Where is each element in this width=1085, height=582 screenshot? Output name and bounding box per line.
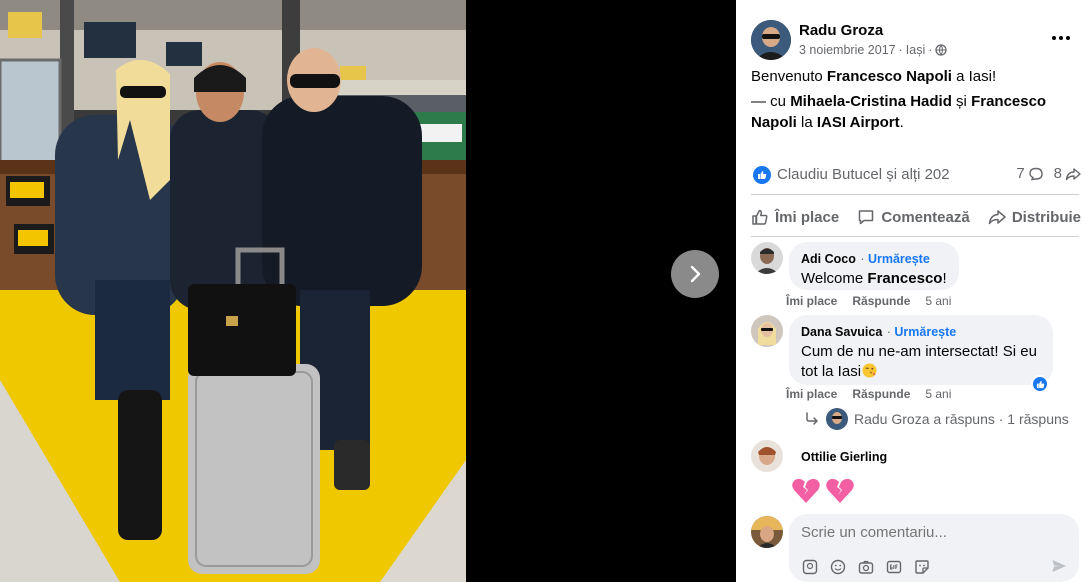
emoji-button[interactable] bbox=[829, 558, 847, 576]
comments-count[interactable]: 7 bbox=[1016, 165, 1043, 182]
send-icon bbox=[1052, 560, 1066, 572]
post-meta: 3 noiembrie 2017 · Iași · bbox=[799, 43, 948, 57]
tagged-person-link[interactable]: Francesco Napoli bbox=[827, 68, 952, 85]
thumbs-up-icon bbox=[758, 171, 767, 179]
sticker-icon bbox=[915, 560, 929, 574]
view-replies-link[interactable]: Radu Groza a răspuns · 1 răspuns bbox=[804, 407, 1069, 431]
broken-heart-icon bbox=[826, 478, 854, 503]
comment-time[interactable]: 5 ani bbox=[925, 294, 951, 308]
commenter-avatar[interactable] bbox=[751, 440, 783, 472]
dot-icon bbox=[1052, 36, 1056, 40]
comment-text: Welcome Francesco! bbox=[801, 270, 947, 287]
commenter-avatar[interactable] bbox=[751, 242, 783, 274]
post-photo[interactable] bbox=[0, 0, 466, 582]
chevron-right-icon bbox=[690, 265, 701, 283]
commenter-name[interactable]: Adi Coco bbox=[801, 252, 856, 266]
comment-bubble: Adi Coco · Urmărește Welcome Francesco! bbox=[789, 242, 959, 290]
comment-footer: Îmi place Răspunde 5 ani bbox=[786, 294, 951, 308]
post-author[interactable]: Radu Groza bbox=[799, 22, 883, 39]
globe-icon bbox=[935, 44, 948, 56]
post-text-line2: — cu Mihaela-Cristina Hadid și Francesco… bbox=[751, 93, 1047, 131]
avatar-image bbox=[826, 408, 848, 430]
reactions-summary[interactable]: Claudiu Butucel și alți 202 bbox=[777, 166, 950, 183]
commenter-name[interactable]: Ottilie Gierling bbox=[801, 450, 887, 464]
post-location[interactable]: Iași bbox=[906, 43, 925, 57]
post-actions: Îmi place Comentează Distribuie bbox=[751, 204, 1081, 230]
more-options-button[interactable] bbox=[1049, 28, 1073, 48]
avatar-image bbox=[751, 242, 783, 274]
next-photo-button[interactable] bbox=[671, 250, 719, 298]
reply-arrow-icon bbox=[806, 412, 818, 425]
share-button[interactable]: Distribuie bbox=[988, 204, 1081, 230]
engagement-counts: 7 8 bbox=[1016, 165, 1081, 182]
comment-like-button[interactable]: Îmi place bbox=[786, 294, 837, 308]
sticker-button[interactable] bbox=[913, 558, 931, 576]
comment-button[interactable]: Comentează bbox=[857, 204, 970, 230]
comment-bubble-icon bbox=[859, 210, 874, 225]
gif-icon bbox=[886, 560, 902, 574]
avatar-sticker-icon bbox=[802, 559, 818, 575]
comment-time[interactable]: 5 ani bbox=[925, 387, 951, 401]
dot-icon bbox=[1066, 36, 1070, 40]
avatar-image bbox=[751, 20, 791, 60]
divider bbox=[751, 236, 1079, 237]
post-date[interactable]: 3 noiembrie 2017 bbox=[799, 43, 896, 57]
avatar-image bbox=[751, 440, 783, 472]
send-button[interactable] bbox=[1051, 558, 1067, 579]
thumbs-up-icon bbox=[1036, 380, 1044, 388]
comment-composer bbox=[751, 514, 1081, 582]
wink-kiss-emoji-icon bbox=[862, 363, 877, 378]
reactions-bar: Claudiu Butucel și alți 202 7 8 bbox=[751, 162, 1081, 188]
smiley-icon bbox=[830, 559, 846, 575]
like-button[interactable]: Îmi place bbox=[751, 204, 839, 230]
share-arrow-icon bbox=[988, 210, 1006, 225]
post-text-line1: Benvenuto Francesco Napoli a Iasi! bbox=[751, 68, 997, 85]
reply-avatar bbox=[826, 408, 848, 430]
avatar-sticker-button[interactable] bbox=[801, 558, 819, 576]
comment-like-badge[interactable] bbox=[1031, 375, 1049, 393]
commenter-name[interactable]: Dana Savuica bbox=[801, 325, 882, 339]
composer-tools bbox=[801, 558, 931, 576]
current-user-avatar[interactable] bbox=[751, 516, 783, 548]
mentioned-person[interactable]: Francesco bbox=[867, 270, 942, 287]
commenter-avatar[interactable] bbox=[751, 315, 783, 347]
comment-input[interactable] bbox=[801, 524, 1051, 541]
comment-like-button[interactable]: Îmi place bbox=[786, 387, 837, 401]
divider bbox=[751, 194, 1079, 195]
dot-icon bbox=[1059, 36, 1063, 40]
gif-button[interactable] bbox=[885, 558, 903, 576]
like-reaction-icon bbox=[753, 166, 771, 184]
share-arrow-icon bbox=[1065, 167, 1081, 180]
comment-box bbox=[789, 514, 1079, 582]
comment-bubble-icon bbox=[1028, 167, 1043, 180]
broken-heart-icon bbox=[792, 478, 820, 503]
avatar-image bbox=[751, 516, 783, 548]
post-header: Radu Groza 3 noiembrie 2017 · Iași · bbox=[751, 20, 1081, 62]
place-link[interactable]: IASI Airport bbox=[817, 114, 900, 131]
comment-sticker bbox=[791, 476, 855, 506]
follow-link[interactable]: Urmărește bbox=[894, 325, 956, 339]
comment-reply-button[interactable]: Răspunde bbox=[852, 294, 910, 308]
follow-link[interactable]: Urmărește bbox=[868, 252, 930, 266]
comment-bubble: Dana Savuica · Urmărește Cum de nu ne-am… bbox=[789, 315, 1053, 385]
thumbs-up-icon bbox=[752, 209, 768, 225]
camera-icon bbox=[858, 560, 874, 574]
photo-button[interactable] bbox=[857, 558, 875, 576]
tagged-person-link[interactable]: Mihaela-Cristina Hadid bbox=[790, 93, 952, 110]
author-avatar[interactable] bbox=[751, 20, 791, 60]
avatar-image bbox=[751, 315, 783, 347]
photo-image bbox=[0, 0, 466, 582]
post-text: Benvenuto Francesco Napoli a Iasi! — cu … bbox=[751, 66, 1071, 137]
comment-footer: Îmi place Răspunde 5 ani bbox=[786, 387, 951, 401]
shares-count[interactable]: 8 bbox=[1054, 165, 1081, 182]
photo-viewer bbox=[0, 0, 736, 582]
post-side-panel: Radu Groza 3 noiembrie 2017 · Iași · Ben… bbox=[736, 0, 1085, 582]
comment-reply-button[interactable]: Răspunde bbox=[852, 387, 910, 401]
comment-text: Cum de nu ne-am intersectat! Si eu tot l… bbox=[801, 343, 1037, 380]
